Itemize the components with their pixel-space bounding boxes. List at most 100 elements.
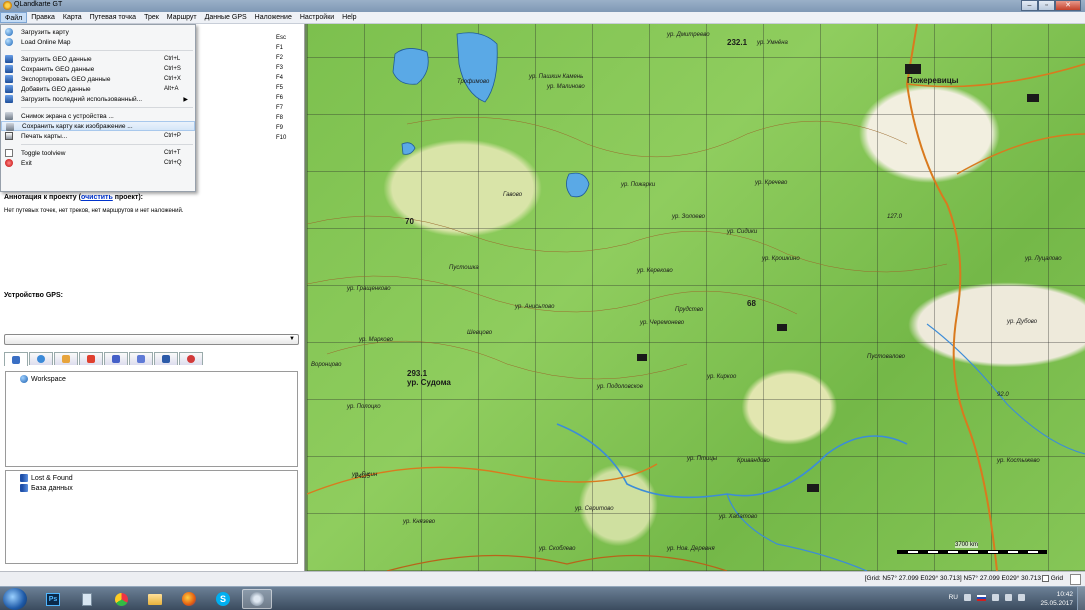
- grid-toggle[interactable]: Grid: [1041, 575, 1063, 582]
- menu-map[interactable]: Карта: [59, 12, 86, 23]
- taskbar-clock[interactable]: 10:42 25.05.2017: [1040, 590, 1073, 608]
- close-button[interactable]: ✕: [1055, 0, 1081, 11]
- tab-workspace[interactable]: [4, 352, 28, 366]
- menu-settings[interactable]: Настройки: [296, 12, 338, 23]
- menu-item-label: Печать карты...: [21, 132, 68, 140]
- tab-diary[interactable]: [179, 352, 203, 365]
- minimize-button[interactable]: –: [1021, 0, 1038, 11]
- tray-arrow-icon[interactable]: [964, 594, 971, 601]
- shortcut-key: F7: [276, 105, 284, 111]
- start-button[interactable]: [3, 588, 27, 610]
- tab-overlays[interactable]: [154, 352, 178, 365]
- menu-item-label: Load Online Map: [21, 38, 71, 46]
- tab-search[interactable]: [54, 352, 78, 365]
- menu-track[interactable]: Трек: [140, 12, 163, 23]
- clock-date: 25.05.2017: [1040, 600, 1073, 607]
- road-line: [905, 24, 998, 571]
- map-grid-number: 68: [747, 299, 756, 308]
- map-label: ур. Кречево: [755, 180, 788, 186]
- file-menu-dropdown: Загрузить карту Load Online Map Загрузит…: [0, 24, 196, 192]
- language-indicator[interactable]: RU: [949, 594, 958, 601]
- map-label: Прудство: [675, 307, 704, 313]
- menu-item-device-screenshot[interactable]: Снимок экрана с устройства ...: [1, 111, 195, 121]
- taskbar-qlandkarte[interactable]: [242, 589, 272, 609]
- menu-help[interactable]: Help: [338, 12, 360, 23]
- project-annotation-info: Нет путевых точек, нет треков, нет маршр…: [4, 208, 184, 214]
- map-label: Пустовалово: [867, 354, 905, 360]
- clock-time: 10:42: [1056, 591, 1073, 598]
- database-icon: [20, 484, 28, 492]
- map-label: ур. Дмитреево: [667, 32, 710, 38]
- menu-item-print-map[interactable]: Печать карты... Ctrl+P: [1, 131, 195, 141]
- volume-icon[interactable]: [1005, 594, 1012, 601]
- gps-device-select[interactable]: ▼: [4, 334, 299, 345]
- disk-icon: [5, 95, 13, 103]
- chevron-right-icon: ▶: [183, 96, 188, 103]
- map-canvas[interactable]: Пожеревицы ур. Умнёна ур. Дмитреево ур. …: [307, 24, 1085, 571]
- tab-tracks[interactable]: [104, 352, 128, 365]
- map-label: ур. Князево: [403, 519, 436, 525]
- folder-icon: [148, 593, 162, 605]
- resize-grip-icon[interactable]: [1070, 574, 1081, 585]
- map-label: ур. Пожарки: [621, 182, 656, 188]
- menu-item-toggle-toolview[interactable]: Toggle toolview Ctrl+T: [1, 148, 195, 158]
- maximize-button[interactable]: ▫: [1038, 0, 1055, 11]
- menu-separator: [21, 50, 193, 51]
- menu-route[interactable]: Маршрут: [163, 12, 201, 23]
- menu-bar: Файл Правка Карта Путевая точка Трек Мар…: [0, 12, 1085, 24]
- shortcut-key: F10: [276, 135, 287, 141]
- road-line: [956, 133, 1085, 175]
- taskbar-app[interactable]: [106, 589, 136, 609]
- tab-routes[interactable]: [129, 352, 153, 365]
- tree-item-database[interactable]: База данных: [6, 483, 297, 493]
- menu-item-save-geo-data[interactable]: Сохранить GEO данные Ctrl+S: [1, 64, 195, 74]
- tree-item-lost-found[interactable]: Lost & Found: [6, 473, 297, 483]
- scale-label: 3700 km: [955, 542, 979, 548]
- tree-item-workspace[interactable]: Workspace: [6, 374, 297, 384]
- disk-icon: [5, 55, 13, 63]
- shortcut-key: F1: [276, 45, 284, 51]
- menu-overlay[interactable]: Наложение: [251, 12, 296, 23]
- map-label: Пустошка: [449, 265, 479, 271]
- menu-item-load-geo-data[interactable]: Загрузить GEO данные Ctrl+L: [1, 54, 195, 64]
- shortcut-key: F8: [276, 115, 284, 121]
- menu-item-load-online-map[interactable]: Load Online Map: [1, 37, 195, 47]
- menu-gps-data[interactable]: Данные GPS: [201, 12, 251, 23]
- shortcut-key: F5: [276, 85, 284, 91]
- lake-shape: [456, 32, 498, 103]
- menu-item-label: Добавить GEO данные: [21, 85, 91, 93]
- menu-item-load-recent[interactable]: Загрузить последний использованный... ▶: [1, 94, 195, 104]
- firefox-icon: [182, 592, 196, 606]
- update-icon[interactable]: [1018, 594, 1025, 601]
- contour-line: [406, 117, 908, 158]
- menu-waypoint[interactable]: Путевая точка: [86, 12, 140, 23]
- network-icon[interactable]: [992, 594, 999, 601]
- menu-file[interactable]: Файл: [0, 12, 28, 23]
- taskbar-explorer[interactable]: [140, 589, 170, 609]
- checkbox-icon: [5, 149, 13, 157]
- map-elevation: 232.1: [727, 38, 748, 47]
- menu-item-export-geo-data[interactable]: Экспортировать GEO данные Ctrl+X: [1, 74, 195, 84]
- map-label: ур. Хабатово: [719, 514, 758, 520]
- menu-item-exit[interactable]: Exit Ctrl+Q: [1, 158, 195, 168]
- taskbar-firefox[interactable]: [174, 589, 204, 609]
- clear-project-link[interactable]: очистить: [81, 194, 113, 201]
- menu-item-load-map[interactable]: Загрузить карту: [1, 27, 195, 37]
- notepad-icon: [82, 592, 92, 606]
- shortcut-key: F9: [276, 125, 284, 131]
- taskbar-skype[interactable]: S: [208, 589, 238, 609]
- tab-waypoints[interactable]: [79, 352, 103, 365]
- menu-item-save-map-image[interactable]: Сохранить карту как изображение ...: [1, 121, 195, 131]
- globe-icon: [5, 38, 13, 46]
- menu-edit[interactable]: Правка: [27, 12, 59, 23]
- taskbar-photoshop[interactable]: Ps: [38, 589, 68, 609]
- menu-item-add-geo-data[interactable]: Добавить GEO данные Alt+A: [1, 84, 195, 94]
- show-desktop-button[interactable]: [1077, 587, 1085, 610]
- map-label: ур. Подоловское: [597, 384, 644, 390]
- menu-separator: [21, 144, 193, 145]
- workspace-globe-icon: [20, 375, 28, 383]
- settlement-block: [637, 354, 647, 361]
- gps-device-label: Устройство GPS:: [4, 292, 63, 299]
- tab-maps[interactable]: [29, 352, 53, 365]
- taskbar-notepad[interactable]: [72, 589, 102, 609]
